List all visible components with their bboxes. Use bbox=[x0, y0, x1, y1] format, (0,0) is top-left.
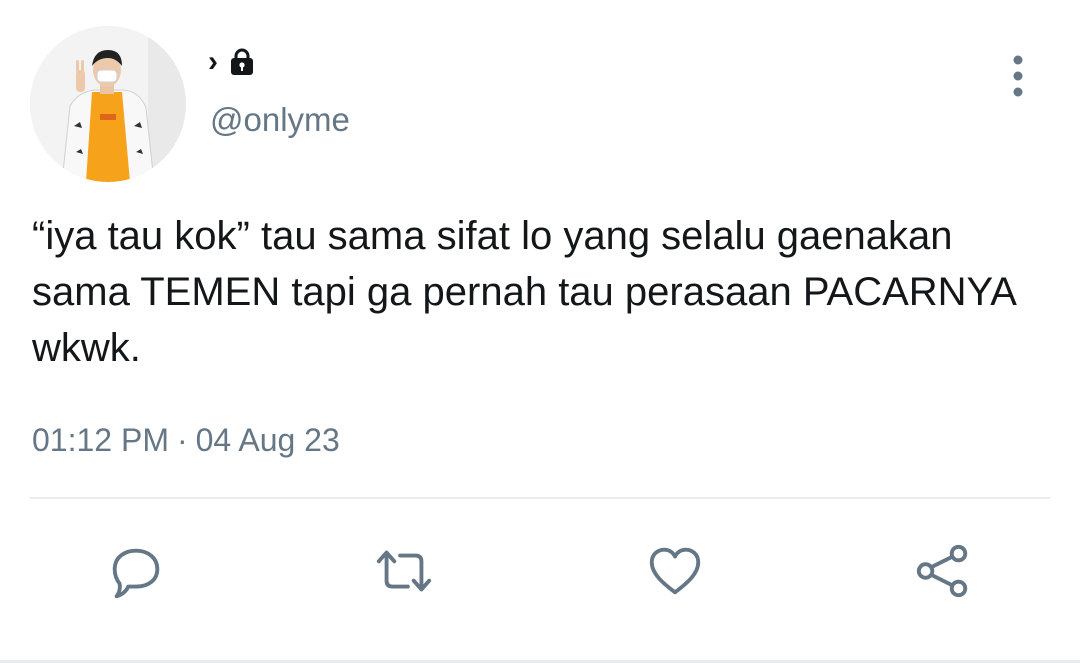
author-handle[interactable]: @onlyme bbox=[210, 98, 350, 142]
divider bbox=[30, 497, 1050, 499]
share-icon bbox=[916, 544, 968, 598]
display-name[interactable]: › bbox=[208, 47, 218, 77]
share-button[interactable] bbox=[908, 536, 978, 606]
tweet-date: 04 Aug 23 bbox=[195, 422, 340, 458]
more-vertical-icon bbox=[1013, 55, 1023, 97]
more-options-button[interactable] bbox=[996, 52, 1040, 100]
tweet-text: “iya tau kok” tau sama sifat lo yang sel… bbox=[32, 214, 1026, 370]
avatar-photo bbox=[30, 26, 186, 182]
lock-icon bbox=[226, 46, 258, 78]
tweet-timestamp[interactable]: 01:12 PM · 04 Aug 23 bbox=[32, 418, 340, 462]
tweet-time: 01:12 PM bbox=[32, 422, 169, 458]
avatar[interactable] bbox=[30, 26, 186, 182]
retweet-button[interactable] bbox=[369, 536, 439, 606]
tweet-detail: › @onlyme “iya tau kok” tau sama sifat l… bbox=[0, 0, 1080, 663]
author-name-row: › bbox=[208, 44, 258, 80]
retweet-icon bbox=[376, 550, 432, 592]
reply-icon bbox=[112, 548, 160, 599]
action-bar bbox=[0, 532, 1080, 612]
reply-button[interactable] bbox=[101, 536, 171, 606]
like-button[interactable] bbox=[640, 536, 710, 606]
timestamp-separator: · bbox=[176, 422, 188, 458]
heart-icon bbox=[649, 547, 701, 595]
